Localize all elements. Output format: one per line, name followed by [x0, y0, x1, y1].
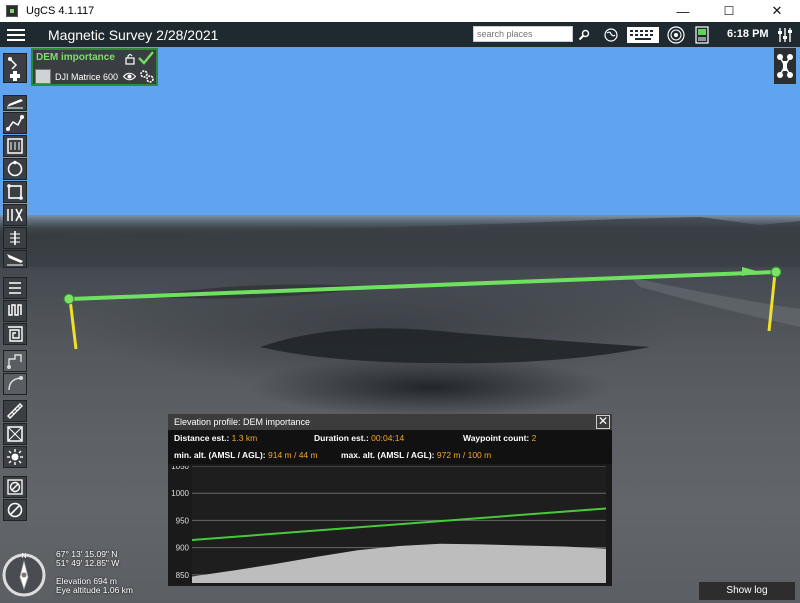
add-route-icon[interactable] [3, 53, 27, 83]
route-segments-icon[interactable] [3, 350, 27, 372]
waypoint-icon[interactable] [3, 112, 27, 134]
window-titlebar: UgCS 4.1.117 — ☐ ✕ [0, 0, 800, 22]
min-alt-value: 914 m / 44 m [267, 450, 318, 460]
spiral-icon[interactable] [3, 323, 27, 345]
longitude: 51° 49' 12.85" W [56, 558, 120, 568]
window-title: UgCS 4.1.117 [26, 5, 95, 17]
sun-icon[interactable] [3, 446, 27, 468]
distance-label: Distance est.: [174, 433, 230, 443]
search-input[interactable] [473, 26, 573, 42]
app-header: Magnetic Survey 2/28/2021 6:18 PM [0, 22, 800, 47]
waypoint-1-pole [68, 298, 78, 350]
compass-icon[interactable]: N [2, 549, 46, 603]
adsb-icon[interactable] [666, 25, 686, 44]
duration-label: Duration est.: [314, 433, 369, 443]
y-tick-label: 850 [176, 571, 190, 580]
route-stats: Distance est.: 1.3 km Duration est.: 00:… [168, 430, 612, 464]
gears-icon[interactable] [139, 68, 155, 87]
photogrammetry-icon[interactable] [3, 204, 27, 226]
y-tick-label: 1000 [171, 489, 189, 498]
settings-sliders-icon[interactable] [776, 25, 794, 44]
min-alt-label: min. alt. (AMSL / AGL): [174, 450, 266, 460]
status-coordinates: 67° 13' 15.09" N 51° 49' 12.85" W Elevat… [56, 550, 133, 595]
circle-icon[interactable] [3, 158, 27, 180]
ugcs-window: UgCS 4.1.117 — ☐ ✕ Magnetic Survey 2/28/… [0, 0, 800, 603]
eye-icon[interactable] [122, 72, 137, 84]
takeoff-icon[interactable] [3, 95, 27, 111]
no-fly-zone-icon[interactable] [3, 476, 27, 498]
grid-icon[interactable] [3, 423, 27, 445]
no-fly-circle-icon[interactable] [3, 499, 27, 521]
minimize-button[interactable]: — [660, 0, 706, 22]
vertical-scan-icon[interactable] [3, 277, 27, 299]
max-alt-value: 972 m / 100 m [436, 450, 492, 460]
perimeter-icon[interactable] [3, 181, 27, 203]
y-tick-label: 1050 [171, 466, 189, 471]
corridor-icon[interactable] [3, 227, 27, 249]
duration-value: 00:04:14 [371, 433, 405, 443]
waypoint-2[interactable] [770, 266, 782, 278]
search-icon[interactable] [577, 25, 591, 44]
vehicle-name: DJI Matrice 600 [55, 72, 119, 82]
elevation-profile-title: Elevation profile: DEM importance [168, 414, 612, 430]
waypoint-count-value: 2 [531, 433, 537, 443]
waypoint-2-pole [767, 272, 777, 332]
area-scan-icon[interactable] [3, 135, 27, 157]
distance-value: 1.3 km [231, 433, 258, 443]
svg-text:N: N [21, 553, 26, 560]
globe-icon[interactable] [603, 25, 619, 44]
eye-altitude-readout: Eye altitude 1.06 km [56, 585, 134, 595]
app-icon [6, 5, 18, 17]
elevation-chart: 1050 1000 950 900 850 [171, 466, 607, 583]
drone-icon [35, 69, 51, 84]
waypoint-1[interactable] [63, 293, 75, 305]
show-log-button[interactable]: Show log [699, 582, 795, 600]
waypoint-count-label: Waypoint count: [463, 433, 530, 443]
route-curve-icon[interactable] [3, 373, 27, 395]
maximize-button[interactable]: ☐ [706, 0, 752, 22]
elevation-profile-panel: Elevation profile: DEM importance ✕ Dist… [168, 414, 612, 586]
lock-icon[interactable] [125, 53, 135, 68]
survey-pattern-icon[interactable] [3, 300, 27, 322]
ruler-icon[interactable] [3, 400, 27, 422]
menu-icon[interactable] [2, 22, 30, 47]
mission-title: Magnetic Survey 2/28/2021 [48, 26, 219, 43]
y-tick-label: 950 [176, 516, 190, 525]
y-tick-label: 900 [176, 544, 190, 553]
telemetry-icon[interactable] [694, 25, 710, 44]
keyboard-icon[interactable] [626, 25, 660, 44]
route-card[interactable]: DEM importance DJI Matrice 600 [31, 48, 158, 86]
drone-status-icon[interactable] [774, 48, 796, 84]
landing-icon[interactable] [3, 250, 27, 268]
route-name: DEM importance [36, 52, 115, 63]
close-elevation-button[interactable]: ✕ [596, 415, 610, 429]
clock-time: 6:18 PM [727, 28, 769, 40]
max-alt-label: max. alt. (AMSL / AGL): [341, 450, 435, 460]
check-icon[interactable] [138, 51, 154, 68]
close-window-button[interactable]: ✕ [754, 0, 800, 22]
